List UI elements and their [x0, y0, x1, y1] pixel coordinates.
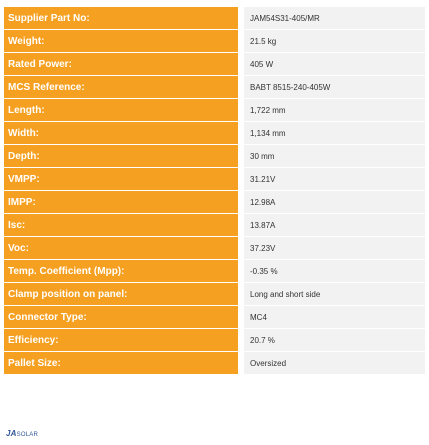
spec-label: Length: — [4, 99, 244, 121]
spec-row-pallet-size: Pallet Size: Oversized — [4, 352, 425, 374]
spec-row-clamp-position: Clamp position on panel: Long and short … — [4, 283, 425, 305]
spec-value: 12.98A — [244, 191, 425, 213]
spec-row-connector-type: Connector Type: MC4 — [4, 306, 425, 328]
spec-value: 31.21V — [244, 168, 425, 190]
spec-value: MC4 — [244, 306, 425, 328]
spec-label: Rated Power: — [4, 53, 244, 75]
spec-label: Isc: — [4, 214, 244, 236]
spec-value: 20.7 % — [244, 329, 425, 351]
spec-row-efficiency: Efficiency: 20.7 % — [4, 329, 425, 351]
spec-value: 405 W — [244, 53, 425, 75]
spec-label: MCS Reference: — [4, 76, 244, 98]
spec-label: Connector Type: — [4, 306, 244, 328]
spec-value: Oversized — [244, 352, 425, 374]
spec-value: 1,134 mm — [244, 122, 425, 144]
spec-value: 1,722 mm — [244, 99, 425, 121]
logo-brand: JA — [6, 429, 17, 438]
spec-label: VMPP: — [4, 168, 244, 190]
spec-label: Temp. Coefficient (Mpp): — [4, 260, 244, 282]
spec-value: 30 mm — [244, 145, 425, 167]
spec-label: Width: — [4, 122, 244, 144]
logo-suffix: SOLAR — [16, 432, 38, 438]
spec-row-rated-power: Rated Power: 405 W — [4, 53, 425, 75]
spec-label: Supplier Part No: — [4, 7, 244, 29]
ja-solar-logo: JASOLAR — [6, 429, 38, 438]
spec-label: Clamp position on panel: — [4, 283, 244, 305]
spec-label: Voc: — [4, 237, 244, 259]
spec-row-depth: Depth: 30 mm — [4, 145, 425, 167]
spec-label: Pallet Size: — [4, 352, 244, 374]
spec-row-length: Length: 1,722 mm — [4, 99, 425, 121]
spec-value: 13.87A — [244, 214, 425, 236]
spec-row-temp-coefficient: Temp. Coefficient (Mpp): -0.35 % — [4, 260, 425, 282]
spec-table: Supplier Part No: JAM54S31-405/MR Weight… — [4, 6, 425, 375]
spec-value: 21.5 kg — [244, 30, 425, 52]
spec-label: Depth: — [4, 145, 244, 167]
spec-value: Long and short side — [244, 283, 425, 305]
spec-value: JAM54S31-405/MR — [244, 7, 425, 29]
spec-row-impp: IMPP: 12.98A — [4, 191, 425, 213]
spec-row-vmpp: VMPP: 31.21V — [4, 168, 425, 190]
spec-row-mcs-reference: MCS Reference: BABT 8515-240-405W — [4, 76, 425, 98]
spec-row-voc: Voc: 37.23V — [4, 237, 425, 259]
spec-row-isc: Isc: 13.87A — [4, 214, 425, 236]
spec-label: Weight: — [4, 30, 244, 52]
spec-value: 37.23V — [244, 237, 425, 259]
spec-row-supplier-part-no: Supplier Part No: JAM54S31-405/MR — [4, 7, 425, 29]
spec-label: IMPP: — [4, 191, 244, 213]
spec-row-weight: Weight: 21.5 kg — [4, 30, 425, 52]
spec-label: Efficiency: — [4, 329, 244, 351]
spec-row-width: Width: 1,134 mm — [4, 122, 425, 144]
spec-value: BABT 8515-240-405W — [244, 76, 425, 98]
spec-value: -0.35 % — [244, 260, 425, 282]
